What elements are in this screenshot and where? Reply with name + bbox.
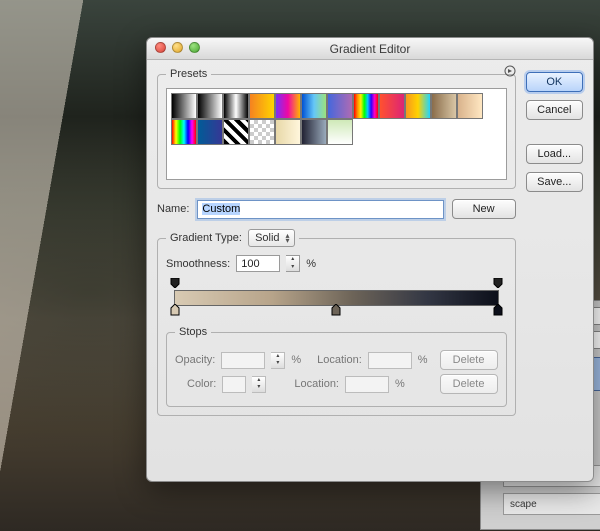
preset-swatch[interactable] [327, 119, 353, 145]
percent-sign: % [395, 378, 405, 390]
name-label: Name: [157, 203, 189, 215]
percent-sign: % [306, 258, 316, 270]
new-button[interactable]: New [452, 199, 516, 219]
preset-swatch[interactable] [223, 119, 249, 145]
preset-swatch[interactable] [327, 93, 353, 119]
window-controls [155, 42, 200, 53]
minimize-icon[interactable] [172, 42, 183, 53]
smoothness-label: Smoothness: [166, 258, 230, 270]
location-label: Location: [294, 378, 339, 390]
percent-sign: % [291, 354, 301, 366]
color-stop-mid[interactable] [331, 304, 341, 316]
close-icon[interactable] [155, 42, 166, 53]
gradient-type-legend: Gradient Type: Solid▴▾ [166, 229, 299, 247]
load-button[interactable]: Load... [526, 144, 583, 164]
color-stop-right[interactable] [493, 304, 503, 316]
gradient-type-fieldset: Gradient Type: Solid▴▾ Smoothness: 100 ▴… [157, 229, 516, 416]
save-button[interactable]: Save... [526, 172, 583, 192]
preset-swatch[interactable] [275, 119, 301, 145]
opacity-input [221, 352, 265, 369]
preset-swatch[interactable] [431, 93, 457, 119]
preset-swatch[interactable] [223, 93, 249, 119]
zoom-icon[interactable] [189, 42, 200, 53]
presets-fieldset: Presets [157, 68, 516, 189]
color-label: Color: [187, 378, 216, 390]
layer-row-scape[interactable]: scape [503, 493, 600, 515]
gradient-bar[interactable] [166, 280, 507, 320]
presets-grid[interactable] [166, 88, 507, 180]
smoothness-stepper[interactable]: ▴▾ [286, 255, 300, 272]
gradient-editor-dialog: Gradient Editor Presets Name: Custom New [146, 37, 594, 482]
gradient-type-select[interactable]: Solid▴▾ [248, 229, 294, 247]
stops-legend: Stops [175, 326, 211, 338]
color-picker-stepper: ▴▾ [252, 376, 266, 393]
opacity-label: Opacity: [175, 354, 215, 366]
preset-swatch[interactable] [457, 93, 483, 119]
photoshop-canvas: 00% 00% ait overlay scape Gradient Edito… [0, 0, 600, 531]
delete-color-stop-button: Delete [440, 374, 498, 394]
presets-flyout-icon[interactable] [503, 64, 517, 78]
color-stop-left[interactable] [170, 304, 180, 316]
location-label: Location: [317, 354, 362, 366]
opacity-location-input [368, 352, 412, 369]
percent-sign: % [418, 354, 428, 366]
ok-button[interactable]: OK [526, 72, 583, 92]
preset-swatch[interactable] [379, 93, 405, 119]
preset-swatch[interactable] [171, 119, 197, 145]
dialog-titlebar[interactable]: Gradient Editor [147, 38, 593, 60]
presets-legend: Presets [166, 68, 211, 80]
opacity-stepper: ▴▾ [271, 352, 285, 369]
preset-swatch[interactable] [249, 119, 275, 145]
preset-swatch[interactable] [197, 119, 223, 145]
preset-swatch[interactable] [353, 93, 379, 119]
preset-swatch[interactable] [249, 93, 275, 119]
preset-swatch[interactable] [275, 93, 301, 119]
dialog-button-column: OK Cancel Load... Save... [526, 68, 583, 471]
preset-swatch[interactable] [301, 119, 327, 145]
preset-swatch[interactable] [171, 93, 197, 119]
smoothness-input[interactable]: 100 [236, 255, 280, 272]
color-location-input [345, 376, 389, 393]
stops-fieldset: Stops Opacity: ▴▾ % Location: % Delete [166, 326, 507, 407]
preset-swatch[interactable] [197, 93, 223, 119]
preset-swatch[interactable] [301, 93, 327, 119]
preset-swatch[interactable] [405, 93, 431, 119]
cancel-button[interactable]: Cancel [526, 100, 583, 120]
gradient-name-input[interactable]: Custom [197, 200, 443, 219]
color-swatch [222, 376, 246, 393]
opacity-stop-right[interactable] [493, 278, 503, 288]
delete-opacity-stop-button: Delete [440, 350, 498, 370]
opacity-stop-left[interactable] [170, 278, 180, 288]
dialog-title: Gradient Editor [330, 42, 411, 56]
